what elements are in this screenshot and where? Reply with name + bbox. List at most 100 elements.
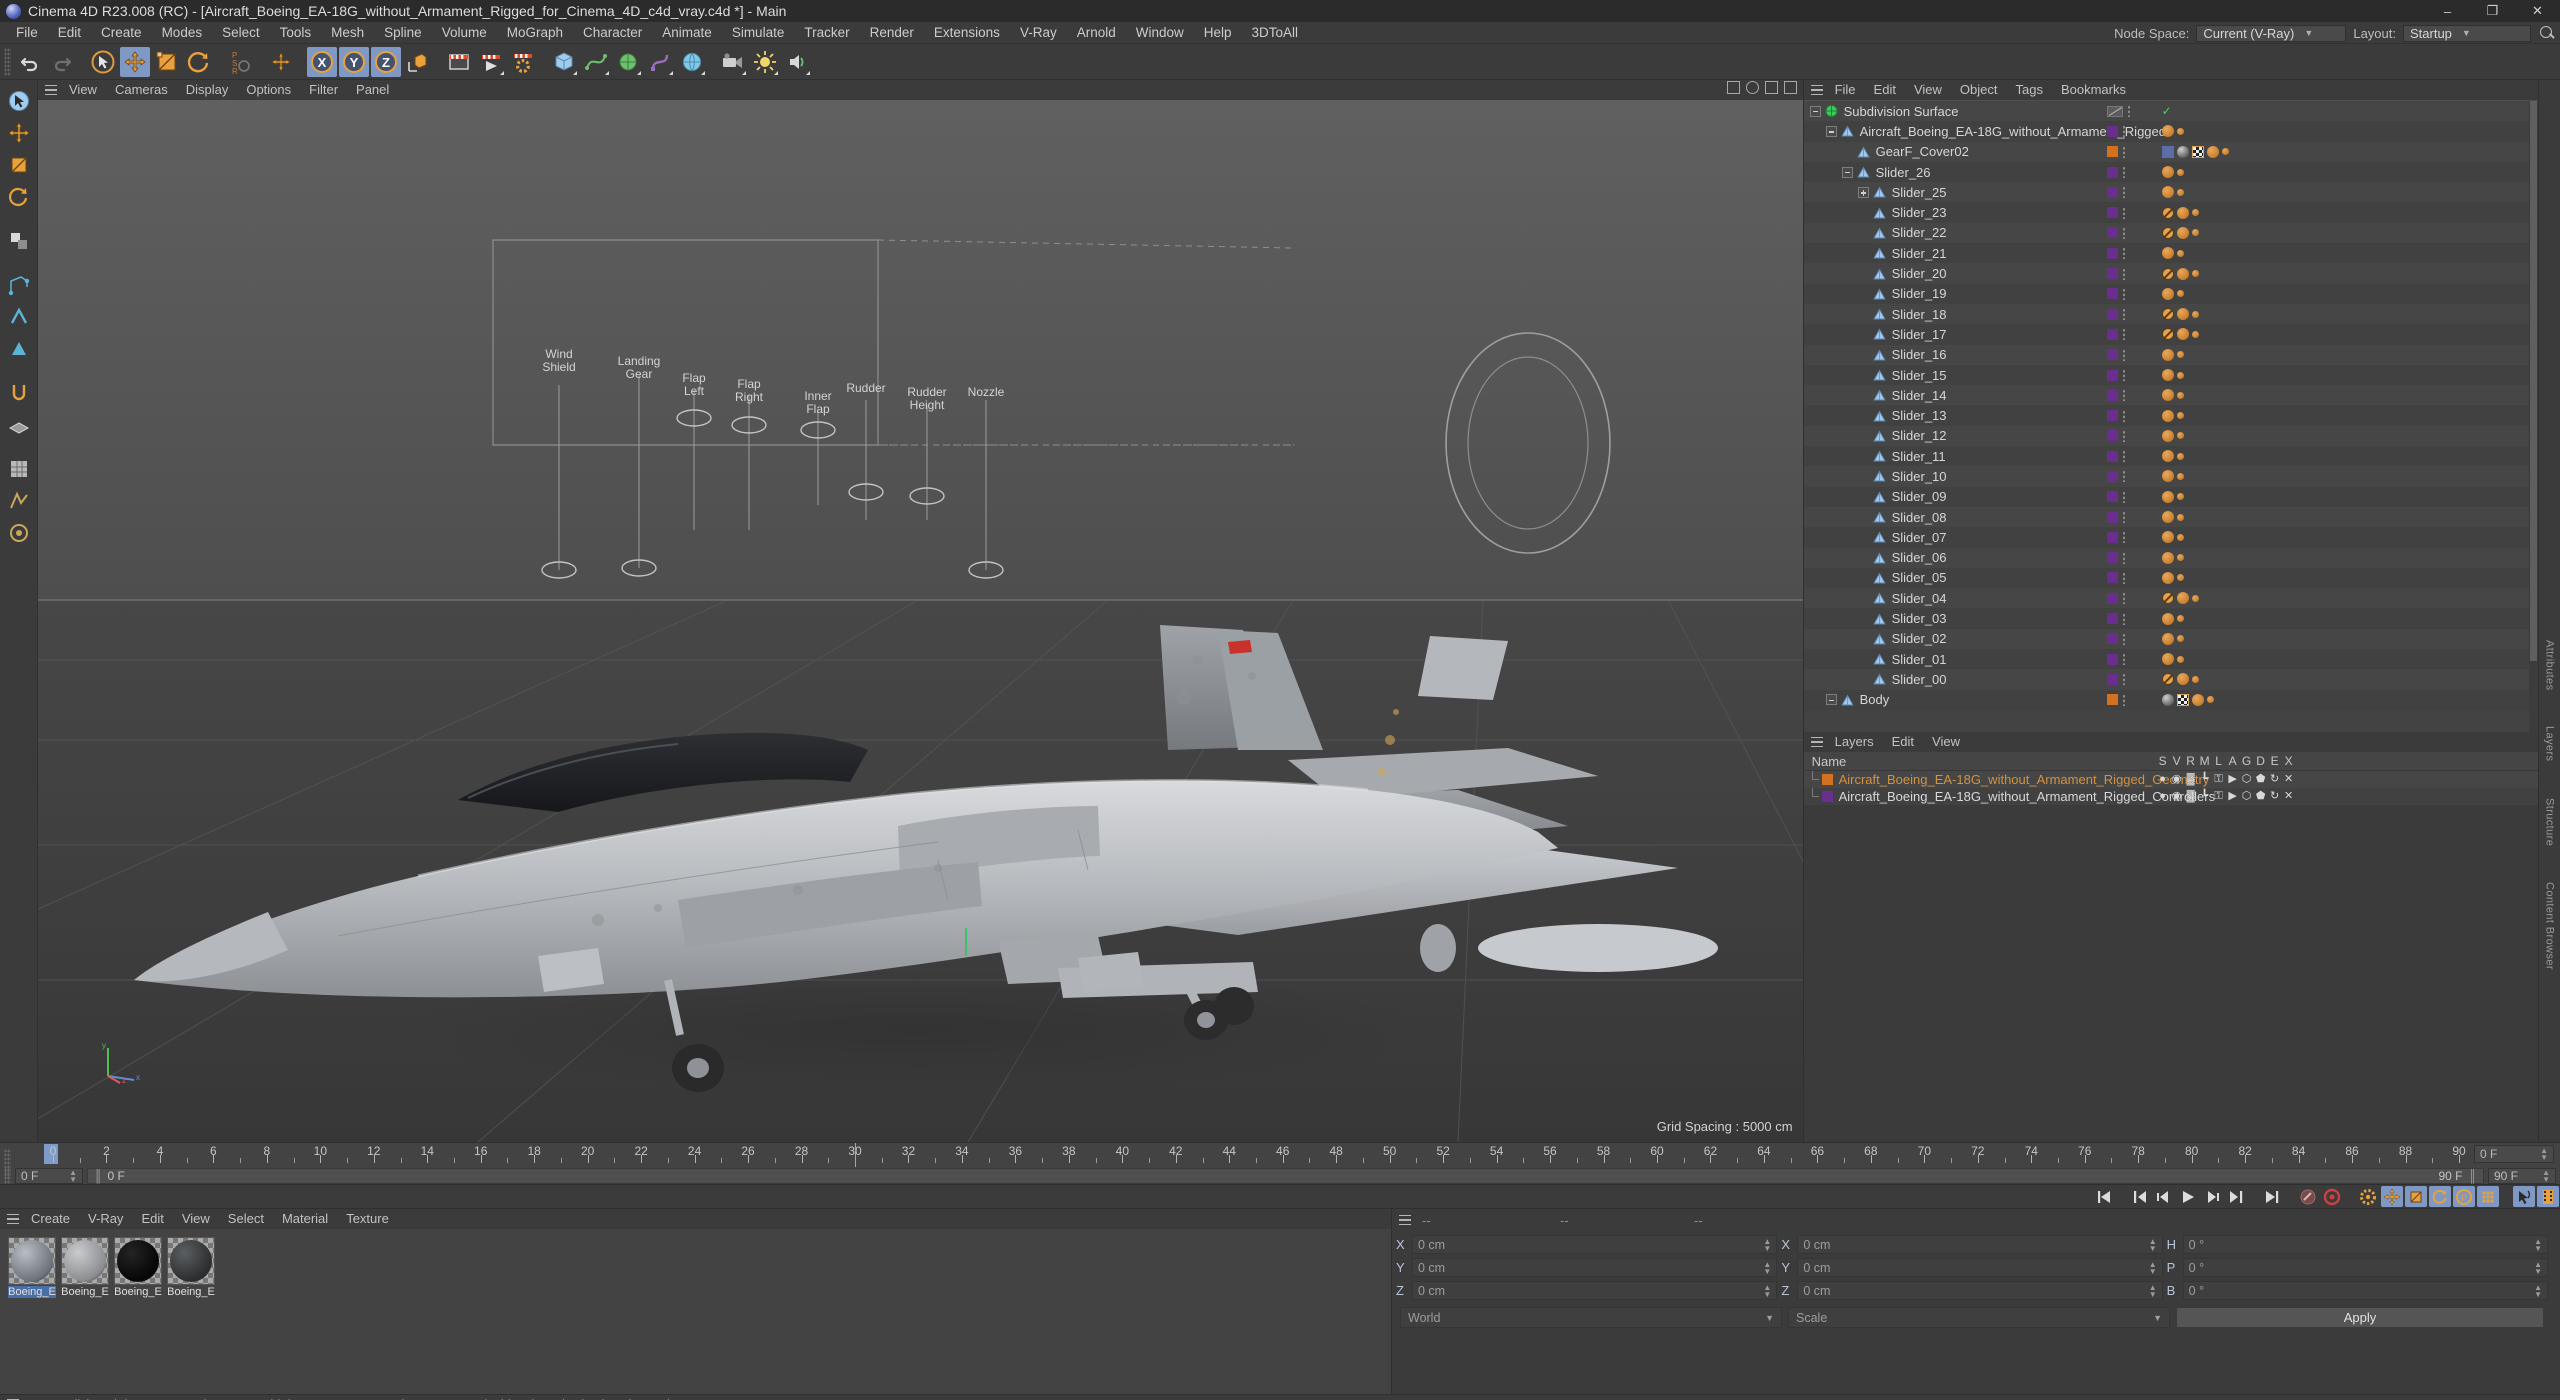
layer-row[interactable]: Aircraft_Boeing_EA-18G_without_Armament_… [1803,788,2539,805]
animation-tag-icon-small[interactable] [2176,127,2184,135]
tree-twirl-icon[interactable] [1809,105,1821,117]
tree-twirl-icon[interactable] [1858,248,1869,259]
layer-toggle-m[interactable]: ┗ [2198,790,2212,803]
object-manager-row[interactable]: Slider_01 [1803,649,2539,670]
tree-twirl-icon[interactable] [1858,349,1869,360]
coordinates-hamburger-icon[interactable] [1396,1210,1414,1230]
object-manager-row[interactable]: Slider_09 [1803,486,2539,507]
menu-item-arnold[interactable]: Arnold [1067,22,1126,44]
cube-primitive-button[interactable] [549,47,579,77]
layer-toggle-d[interactable]: ⬟ [2254,773,2268,786]
material-list[interactable]: Boeing_E Boeing_E Boeing_E Boeing_E [0,1229,1391,1394]
menu-item-select[interactable]: Select [212,22,270,44]
viewport-rotate-icon[interactable] [1764,81,1778,94]
animation-tag-icon[interactable] [2161,571,2174,584]
visibility-dots-icon[interactable] [2121,673,2126,686]
status-bar-hamburger-icon[interactable] [4,1395,22,1400]
render-toggle-icon[interactable] [2106,105,2123,117]
animation-tag-icon[interactable] [2161,450,2174,463]
animation-tag-icon-small[interactable] [2176,188,2184,196]
layer-color-swatch[interactable] [2106,491,2118,503]
animation-tag-icon[interactable] [2161,186,2174,199]
visibility-dots-icon[interactable] [2121,551,2126,564]
layer-color-swatch[interactable] [2106,389,2118,401]
object-manager-row[interactable]: Slider_03 [1803,608,2539,629]
object-menu-item-tags[interactable]: Tags [2006,80,2051,100]
tree-twirl-icon[interactable] [1858,532,1869,543]
layer-color-swatch[interactable] [2106,125,2118,137]
animation-tag-icon[interactable] [2176,226,2189,239]
object-menu-item-edit[interactable]: Edit [1865,80,1905,100]
object-manager-row[interactable]: Slider_08 [1803,506,2539,528]
object-manager-row[interactable]: Slider_07 [1803,527,2539,548]
layer-color-swatch[interactable] [2106,227,2118,239]
texture-tag-icon[interactable] [2191,145,2204,158]
object-manager-row[interactable]: Slider_23 [1803,202,2539,223]
y-axis-lock-button[interactable]: Y [339,46,369,77]
size-x-input[interactable]: 0 cm ▲ ▼ [1797,1235,2163,1254]
tree-twirl-icon[interactable] [1858,207,1869,218]
object-manager-row[interactable]: Slider_19 [1803,283,2539,304]
light-button[interactable] [750,47,780,77]
tree-twirl-icon[interactable] [1825,125,1837,137]
viewport-maximize-icon[interactable] [1783,81,1797,94]
spinner-icon[interactable]: ▲ ▼ [69,1169,77,1184]
menu-item-volume[interactable]: Volume [432,22,497,44]
object-manager-row[interactable]: Slider_26 [1803,161,2539,183]
material-manager-hamburger-icon[interactable] [4,1209,22,1229]
record-active-objects-button[interactable] [2297,1186,2319,1207]
animation-tag-icon-small[interactable] [2176,168,2184,176]
animation-tag-icon-small[interactable] [2176,655,2184,663]
object-manager-row[interactable]: Slider_02 [1803,628,2539,650]
timeline-filmstrip-button[interactable] [2537,1186,2559,1207]
visibility-dots-icon[interactable] [2121,511,2126,524]
axis-modifier-tool[interactable] [4,226,34,256]
layer-toggle-l[interactable]: ⚿ [2212,790,2226,803]
tree-twirl-icon[interactable] [1858,654,1869,665]
sound-button[interactable] [782,47,812,77]
animation-tag-icon-small[interactable] [2176,554,2184,562]
material-preview[interactable] [8,1237,56,1285]
material-item[interactable]: Boeing_E [167,1237,215,1298]
object-manager-row[interactable]: Slider_18 [1803,303,2539,325]
layer-toggle-e[interactable]: ↻ [2268,790,2282,803]
animation-tag-icon[interactable] [2176,328,2189,341]
object-manager-row[interactable]: Slider_00 [1803,669,2539,690]
spinner-icon[interactable]: ▲ ▼ [2540,1147,2548,1162]
viewport-3d[interactable]: Perspective Default Camera ✶ [38,100,1803,1142]
layer-color-swatch[interactable] [2106,592,2118,604]
tree-twirl-icon[interactable] [1858,512,1869,523]
material-menu-item-material[interactable]: Material [273,1209,337,1229]
animation-tag-icon-small[interactable] [2191,310,2199,318]
next-key-button[interactable] [2225,1186,2247,1207]
layer-toggle-d[interactable]: ⬟ [2254,790,2268,803]
layer-color-swatch[interactable] [2106,410,2118,422]
spinner-icon[interactable]: ▲ ▼ [2542,1169,2550,1184]
animation-tag-icon-small[interactable] [2221,148,2229,156]
animation-tag-icon-small[interactable] [2176,493,2184,501]
layer-menu-item-view[interactable]: View [1923,732,1969,752]
layer-toggle-a[interactable]: ▶ [2226,773,2240,786]
material-menu-item-v-ray[interactable]: V-Ray [79,1209,132,1229]
material-menu-item-select[interactable]: Select [219,1209,273,1229]
apply-button[interactable]: Apply [2176,1307,2544,1328]
edge-mode-tool[interactable] [4,302,34,332]
animation-tag-icon[interactable] [2161,429,2174,442]
object-manager-hamburger-icon[interactable] [1808,80,1826,100]
layer-color-swatch[interactable] [2106,653,2118,665]
layer-color-swatch[interactable] [2106,369,2118,381]
point-mode-tool[interactable] [4,270,34,300]
animation-tag-icon-small[interactable] [2176,371,2184,379]
keyframe-move-button[interactable] [2381,1186,2403,1207]
rotation-p-input[interactable]: 0 ° ▲ ▼ [2182,1258,2548,1277]
spinner-icon[interactable]: ▲ ▼ [2534,1237,2542,1252]
animation-tag-icon-small[interactable] [2176,472,2184,480]
animation-tag-icon-small[interactable] [2176,412,2184,420]
material-item[interactable]: Boeing_E [114,1237,162,1298]
move-tool-button[interactable] [120,46,150,77]
toolbar-grip[interactable] [4,47,11,76]
material-preview[interactable] [167,1237,215,1285]
uv-tool[interactable] [4,486,34,516]
visibility-dots-icon[interactable] [2121,247,2126,260]
position-y-input[interactable]: 0 cm ▲ ▼ [1412,1258,1778,1277]
